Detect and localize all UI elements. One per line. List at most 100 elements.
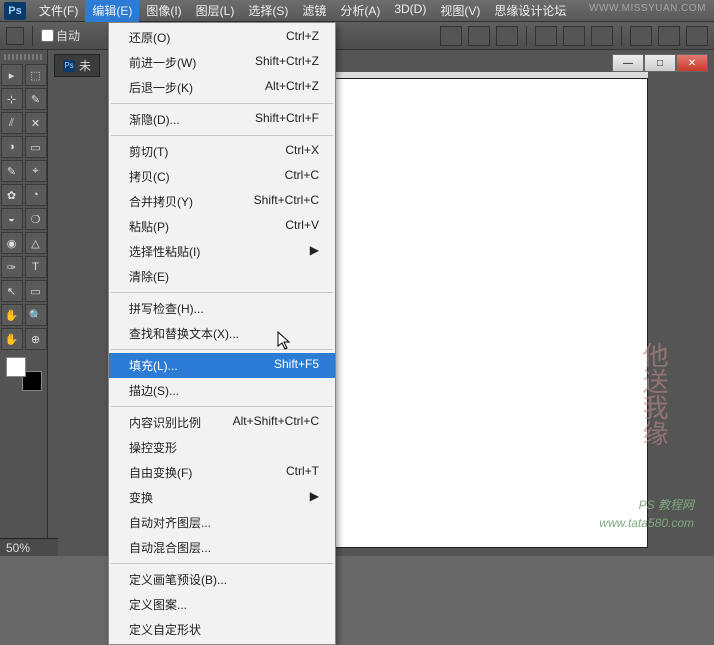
menu-2[interactable]: 图像(I)	[139, 0, 188, 22]
tool-3-0[interactable]: ◑	[1, 136, 23, 158]
color-swatches[interactable]	[6, 357, 42, 391]
tool-9-0[interactable]: ↖	[1, 280, 23, 302]
arrange-btn-2[interactable]	[468, 26, 490, 46]
menu-item-13[interactable]: 拼写检查(H)...	[109, 296, 335, 321]
document-tab[interactable]: Ps 未	[54, 54, 100, 77]
menu-item-23[interactable]: 自动对齐图层...	[109, 510, 335, 535]
menu-item-19[interactable]: 内容识别比例Alt+Shift+Ctrl+C	[109, 410, 335, 435]
menu-item-shortcut: Shift+Ctrl+C	[254, 193, 319, 210]
menu-1[interactable]: 编辑(E)	[85, 0, 139, 22]
menu-4[interactable]: 选择(S)	[241, 0, 295, 22]
auto-label: 自动	[56, 27, 80, 44]
menu-item-label: 操控变形	[129, 439, 177, 456]
menu-item-20[interactable]: 操控变形	[109, 435, 335, 460]
tool-10-1[interactable]: 🔍	[25, 304, 47, 326]
menu-item-shortcut: Shift+Ctrl+F	[255, 111, 319, 128]
menu-item-28[interactable]: 定义自定形状	[109, 617, 335, 642]
tool-5-0[interactable]: ✿	[1, 184, 23, 206]
tool-0-0[interactable]: ▸	[1, 64, 23, 86]
menu-item-shortcut: Ctrl+V	[285, 218, 319, 235]
menu-item-14[interactable]: 查找和替换文本(X)...	[109, 321, 335, 346]
maximize-button[interactable]: □	[644, 54, 676, 72]
dist-btn-2[interactable]	[658, 26, 680, 46]
menu-item-label: 清除(E)	[129, 268, 169, 285]
menu-item-4[interactable]: 渐隐(D)... Shift+Ctrl+F	[109, 107, 335, 132]
menu-item-9[interactable]: 粘贴(P)Ctrl+V	[109, 214, 335, 239]
menu-item-label: 描边(S)...	[129, 382, 179, 399]
tool-6-0[interactable]: ◒	[1, 208, 23, 230]
align-btn-1[interactable]	[535, 26, 557, 46]
tool-8-1[interactable]: T	[25, 256, 47, 278]
arrange-btn-1[interactable]	[440, 26, 462, 46]
menu-item-label: 拼写检查(H)...	[129, 300, 204, 317]
align-btn-2[interactable]	[563, 26, 585, 46]
menu-item-27[interactable]: 定义图案...	[109, 592, 335, 617]
menu-separator	[111, 103, 333, 104]
menu-9[interactable]: 思缘设计论坛	[487, 0, 573, 22]
tool-9-1[interactable]: ▭	[25, 280, 47, 302]
arrange-btn-3[interactable]	[496, 26, 518, 46]
tool-preset-picker[interactable]	[6, 27, 24, 45]
tool-5-1[interactable]: ◔	[25, 184, 47, 206]
menu-item-17[interactable]: 描边(S)...	[109, 378, 335, 403]
menu-separator	[111, 135, 333, 136]
auto-checkbox[interactable]: 自动	[41, 27, 80, 44]
menu-item-shortcut: Shift+Ctrl+Z	[255, 54, 319, 71]
menu-item-label: 定义画笔预设(B)...	[129, 571, 227, 588]
menu-7[interactable]: 3D(D)	[387, 0, 433, 22]
menu-item-shortcut: Shift+F5	[274, 357, 319, 374]
tool-2-0[interactable]: ⫽	[1, 112, 23, 134]
auto-check-input[interactable]	[41, 29, 54, 42]
menu-item-21[interactable]: 自由变换(F)Ctrl+T	[109, 460, 335, 485]
menu-item-16[interactable]: 填充(L)...Shift+F5	[109, 353, 335, 378]
toolbox-grip[interactable]	[4, 54, 44, 60]
tool-11-1[interactable]: ⊕	[25, 328, 47, 350]
menu-item-22[interactable]: 变换▶	[109, 485, 335, 510]
tool-4-0[interactable]: ✎	[1, 160, 23, 182]
close-button[interactable]: ✕	[676, 54, 708, 72]
menu-item-6[interactable]: 剪切(T)Ctrl+X	[109, 139, 335, 164]
dist-btn-1[interactable]	[630, 26, 652, 46]
tool-3-1[interactable]: ▭	[25, 136, 47, 158]
align-btn-3[interactable]	[591, 26, 613, 46]
menu-item-label: 渐隐(D)...	[129, 111, 180, 128]
tool-11-0[interactable]: ✋	[1, 328, 23, 350]
foreground-color-swatch[interactable]	[6, 357, 26, 377]
menu-item-10[interactable]: 选择性粘贴(I)▶	[109, 239, 335, 264]
menu-item-label: 合并拷贝(Y)	[129, 193, 193, 210]
menu-item-0[interactable]: 还原(O)Ctrl+Z	[109, 25, 335, 50]
app-logo: Ps	[4, 2, 26, 20]
menu-item-7[interactable]: 拷贝(C)Ctrl+C	[109, 164, 335, 189]
menu-item-label: 后退一步(K)	[129, 79, 193, 96]
menu-separator	[111, 406, 333, 407]
tool-1-0[interactable]: ⊹	[1, 88, 23, 110]
tool-0-1[interactable]: ⬚	[25, 64, 47, 86]
document-canvas[interactable]	[308, 78, 648, 548]
menu-item-label: 自动混合图层...	[129, 539, 211, 556]
menu-item-26[interactable]: 定义画笔预设(B)...	[109, 567, 335, 592]
menu-item-label: 查找和替换文本(X)...	[129, 325, 239, 342]
tool-1-1[interactable]: ✎	[25, 88, 47, 110]
menu-3[interactable]: 图层(L)	[189, 0, 242, 22]
zoom-level[interactable]: 50%	[6, 541, 30, 555]
tool-8-0[interactable]: ✑	[1, 256, 23, 278]
dist-btn-3[interactable]	[686, 26, 708, 46]
menu-8[interactable]: 视图(V)	[433, 0, 487, 22]
tool-2-1[interactable]: ✕	[25, 112, 47, 134]
watermark-calligraphy: 他送我缘	[635, 342, 672, 446]
tool-10-0[interactable]: ✋	[1, 304, 23, 326]
menu-item-2[interactable]: 后退一步(K)Alt+Ctrl+Z	[109, 75, 335, 100]
menu-0[interactable]: 文件(F)	[32, 0, 85, 22]
menu-5[interactable]: 滤镜	[295, 0, 333, 22]
menu-item-11[interactable]: 清除(E)	[109, 264, 335, 289]
menubar: Ps 文件(F)编辑(E)图像(I)图层(L)选择(S)滤镜分析(A)3D(D)…	[0, 0, 714, 22]
tool-6-1[interactable]: ❍	[25, 208, 47, 230]
menu-item-1[interactable]: 前进一步(W)Shift+Ctrl+Z	[109, 50, 335, 75]
minimize-button[interactable]: —	[612, 54, 644, 72]
menu-6[interactable]: 分析(A)	[333, 0, 387, 22]
tool-4-1[interactable]: ⌖	[25, 160, 47, 182]
menu-item-8[interactable]: 合并拷贝(Y) Shift+Ctrl+C	[109, 189, 335, 214]
tool-7-0[interactable]: ◉	[1, 232, 23, 254]
tool-7-1[interactable]: △	[25, 232, 47, 254]
menu-item-24[interactable]: 自动混合图层...	[109, 535, 335, 560]
